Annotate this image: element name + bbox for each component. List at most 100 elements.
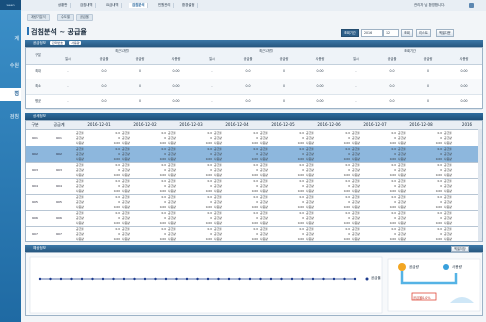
menu-settings[interactable]: 환경설정 xyxy=(179,3,199,8)
summary-tag-1[interactable]: 관리번호 xyxy=(50,41,66,45)
breadcrumb-3[interactable]: 공급율 xyxy=(76,14,93,21)
summary-cell: 0 xyxy=(282,84,286,88)
chart-point xyxy=(238,277,241,281)
menu-dashboard[interactable]: 상황판 xyxy=(55,3,72,8)
summary-subheader: 공급량 xyxy=(423,57,433,61)
summary-cell: 0.0 xyxy=(245,69,251,73)
chart-point xyxy=(290,277,294,281)
use-icon xyxy=(443,264,449,270)
detail-col-label-1: 구분 xyxy=(31,122,39,127)
chart-plot-area xyxy=(29,256,383,314)
summary-cell: - xyxy=(355,99,357,103)
chart-point xyxy=(122,277,126,281)
menu-fee-history[interactable]: 요금내역 xyxy=(103,3,123,8)
detail-date-header: 2016 xyxy=(461,122,473,127)
chart-point xyxy=(164,277,168,281)
legend-label: 공급율 xyxy=(371,276,381,280)
list-button[interactable]: 리스트 xyxy=(416,29,431,37)
chart-point xyxy=(311,277,315,281)
detail-row-value: 0.00 xyxy=(205,237,212,241)
diagram-use-label: 사용량 xyxy=(452,265,462,269)
chart-point xyxy=(59,277,63,281)
chart-point xyxy=(185,277,189,281)
summary-cell: - xyxy=(67,99,69,103)
summary-cell: 0 xyxy=(138,99,142,103)
summary-cell: 0.0 xyxy=(101,84,107,88)
summary-cell: 0 xyxy=(282,69,286,73)
summary-subheader: 사용량 xyxy=(171,57,181,61)
summary-table: 구분 최근1개월 최근1개월 조회기간 일시 공급율 공급량 사용량 일시 공급율 공급량 사… xyxy=(25,47,483,110)
detail-date-header: 2016-12-02 xyxy=(133,122,157,127)
sidebar-item-3-active[interactable]: 점 xyxy=(0,88,21,101)
legend-marker xyxy=(365,277,369,281)
menu-reading-analysis[interactable]: 검침분석 xyxy=(129,3,149,8)
breadcrumb-1[interactable]: 계량기분석 xyxy=(27,14,50,21)
detail-row-value: 0.00 xyxy=(297,237,304,241)
menu-complaints[interactable]: 민원관리 xyxy=(155,3,175,8)
summary-header: 공급정보 관리번호 사용량 xyxy=(25,40,483,47)
detail-group-id: 603 xyxy=(32,168,38,172)
detail-row-value: 0.00 xyxy=(389,237,396,241)
summary-cell: 0.00 xyxy=(316,84,324,88)
summary-cell: 0.0 xyxy=(101,69,107,73)
summary-cell: 0 xyxy=(138,84,142,88)
detail-date-header: 2016-12-03 xyxy=(179,122,203,127)
summary-cell: 0.0 xyxy=(389,99,395,103)
summary-subheader: 일시 xyxy=(209,57,215,61)
summary-cell: 0 xyxy=(282,99,286,103)
summary-row-label: 최소 xyxy=(35,84,41,88)
summary-cell: 0 xyxy=(138,69,142,73)
summary-cell: 0.00 xyxy=(172,99,180,103)
forecast-header: 예상정보 xyxy=(25,245,483,252)
excel-download-button[interactable]: 엑셀다운 xyxy=(436,29,454,37)
summary-cell: 0.00 xyxy=(172,84,180,88)
month-select[interactable]: 12 xyxy=(383,29,399,37)
chart-point xyxy=(217,277,220,281)
year-select[interactable]: 2016 xyxy=(361,29,383,37)
detail-row-label: 사용량 xyxy=(122,237,130,241)
summary-cell: - xyxy=(211,99,213,103)
detail-row-label: 사용량 xyxy=(214,237,222,241)
summary-cell: 0.00 xyxy=(460,99,468,103)
chart-point xyxy=(196,277,199,281)
detail-group-sub: 605 xyxy=(56,200,62,204)
sidebar-item-4[interactable]: 검침 xyxy=(0,111,21,124)
breadcrumb-2[interactable]: 수도별 xyxy=(57,14,74,21)
detail-row-label: 사용량 xyxy=(306,237,314,241)
chart-point xyxy=(80,277,84,281)
detail-col-label-2: 공급계 xyxy=(53,122,65,127)
forecast-panel: 공급율 공급량 사용량 공급율0.0% xyxy=(25,252,483,316)
menu-reading-history[interactable]: 검침내역 xyxy=(77,3,97,8)
summary-cell: 0.00 xyxy=(316,99,324,103)
left-sidebar: ween 계 수원 점 검침 xyxy=(0,0,21,322)
summary-tag-2[interactable]: 사용량 xyxy=(69,41,82,45)
logout-icon[interactable] xyxy=(469,3,474,8)
sidebar-logo: ween xyxy=(0,0,21,10)
summary-subheader: 사용량 xyxy=(459,57,469,61)
summary-cell: 0.0 xyxy=(245,99,251,103)
detail-row-label: 사용량 xyxy=(260,237,268,241)
sidebar-item-1[interactable]: 계 xyxy=(0,33,21,46)
detail-group-sub: 604 xyxy=(56,184,62,188)
summary-cell: 0.00 xyxy=(460,84,468,88)
detail-group-id: 606 xyxy=(32,216,38,220)
chart-point xyxy=(70,277,73,281)
detail-date-header: 2016-12-06 xyxy=(317,122,341,127)
detail-row-label: 사용량 xyxy=(76,237,84,241)
chart-point xyxy=(49,277,52,281)
summary-cell: - xyxy=(211,69,213,73)
chart-point xyxy=(133,277,136,281)
detail-date-header: 2016-12-08 xyxy=(409,122,433,127)
summary-cell: 0 xyxy=(426,99,430,103)
chart-point xyxy=(143,277,147,281)
sidebar-item-2[interactable]: 수원 xyxy=(0,60,21,73)
search-button[interactable]: 조회 xyxy=(401,29,413,37)
detail-group-id: 602 xyxy=(32,152,38,156)
detail-date-header: 2016-12-01 xyxy=(87,122,111,127)
detail-title: 상세정보 xyxy=(33,114,46,118)
forecast-graphics xyxy=(29,256,481,314)
summary-cell: 0 xyxy=(426,84,430,88)
page-title: 검침분석 ~ 공급율 xyxy=(31,28,87,36)
summary-cell: 0.00 xyxy=(316,69,324,73)
summary-cell: - xyxy=(67,84,69,88)
